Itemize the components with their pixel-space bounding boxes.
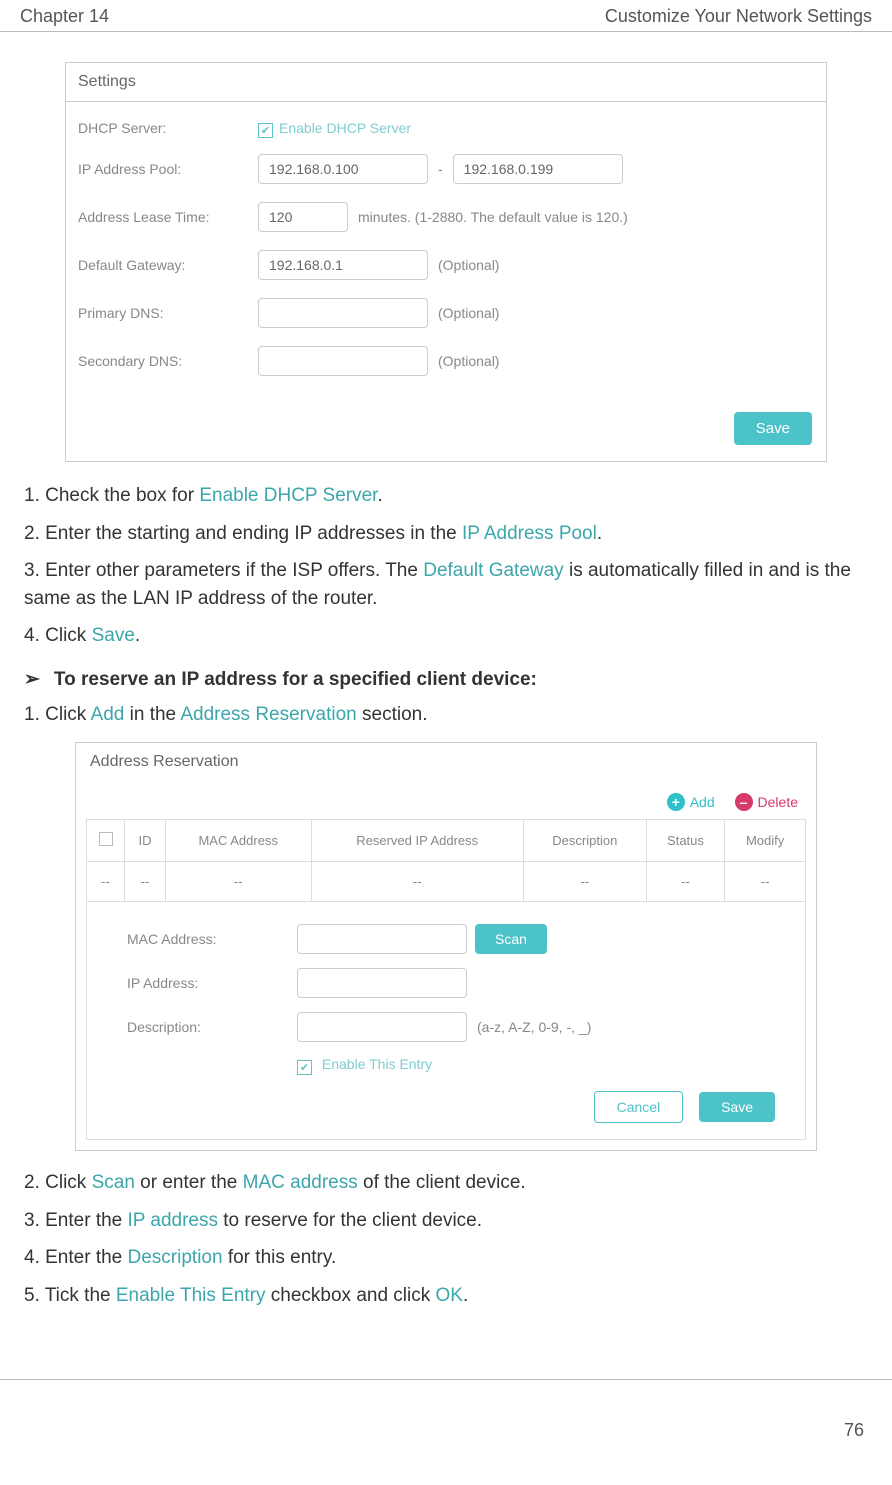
col-mac: MAC Address: [165, 820, 311, 862]
dhcp-server-label: DHCP Server:: [78, 120, 258, 136]
description-label: Description:: [127, 1019, 297, 1035]
reservation-form: MAC Address: Scan IP Address: Descriptio…: [86, 902, 806, 1140]
gateway-label: Default Gateway:: [78, 257, 258, 273]
step-a2: 2. Enter the starting and ending IP addr…: [20, 520, 872, 548]
mac-address-input[interactable]: [297, 924, 467, 954]
primary-dns-input[interactable]: [258, 298, 428, 328]
minus-icon: –: [735, 793, 753, 811]
lease-time-hint: minutes. (1-2880. The default value is 1…: [358, 209, 628, 225]
ip-pool-label: IP Address Pool:: [78, 161, 258, 177]
scan-button[interactable]: Scan: [475, 924, 547, 954]
ip-pool-start-input[interactable]: [258, 154, 428, 184]
ip-address-input[interactable]: [297, 968, 467, 998]
enable-dhcp-checkbox[interactable]: ✔: [258, 123, 273, 138]
delete-button[interactable]: – Delete: [735, 793, 798, 811]
col-checkbox: [87, 820, 125, 862]
address-reservation-title: Address Reservation: [76, 743, 816, 793]
table-row: -- -- -- -- -- -- --: [87, 862, 806, 902]
cancel-button[interactable]: Cancel: [594, 1091, 684, 1123]
ip-address-label: IP Address:: [127, 975, 297, 991]
col-ip: Reserved IP Address: [311, 820, 523, 862]
add-label: Add: [690, 794, 715, 810]
chapter-label: Chapter 14: [20, 6, 109, 27]
enable-dhcp-checkbox-label: Enable DHCP Server: [279, 120, 411, 136]
mac-address-label: MAC Address:: [127, 931, 297, 947]
col-id: ID: [125, 820, 166, 862]
page-number: 76: [0, 1379, 892, 1451]
col-modify: Modify: [725, 820, 806, 862]
delete-label: Delete: [758, 794, 798, 810]
step-c2: 2. Click Scan or enter the MAC address o…: [20, 1169, 872, 1197]
select-all-checkbox[interactable]: [99, 832, 113, 846]
reservation-table: ID MAC Address Reserved IP Address Descr…: [86, 819, 806, 902]
triangle-icon: ➢: [24, 669, 40, 690]
description-hint: (a-z, A-Z, 0-9, -, _): [477, 1019, 591, 1035]
save-entry-button[interactable]: Save: [699, 1092, 775, 1122]
secondary-dns-label: Secondary DNS:: [78, 353, 258, 369]
save-button[interactable]: Save: [734, 412, 812, 445]
step-c5: 5. Tick the Enable This Entry checkbox a…: [20, 1282, 872, 1310]
lease-time-input[interactable]: [258, 202, 348, 232]
primary-dns-label: Primary DNS:: [78, 305, 258, 321]
plus-icon: +: [667, 793, 685, 811]
step-a4: 4. Click Save.: [20, 622, 872, 650]
settings-panel-title: Settings: [66, 63, 826, 102]
enable-entry-label: Enable This Entry: [322, 1056, 432, 1072]
ip-pool-end-input[interactable]: [453, 154, 623, 184]
col-status: Status: [646, 820, 724, 862]
enable-entry-checkbox[interactable]: ✔: [297, 1060, 312, 1075]
pool-dash: -: [438, 161, 443, 177]
gateway-optional: (Optional): [438, 257, 499, 273]
page-title: Customize Your Network Settings: [605, 6, 872, 27]
secondary-dns-input[interactable]: [258, 346, 428, 376]
col-desc: Description: [523, 820, 646, 862]
settings-panel: Settings DHCP Server: ✔ Enable DHCP Serv…: [65, 62, 827, 462]
primary-dns-optional: (Optional): [438, 305, 499, 321]
add-button[interactable]: + Add: [667, 793, 715, 811]
step-c3: 3. Enter the IP address to reserve for t…: [20, 1207, 872, 1235]
step-b1: 1. Click Add in the Address Reservation …: [20, 701, 872, 729]
step-a3: 3. Enter other parameters if the ISP off…: [20, 557, 872, 612]
address-reservation-panel: Address Reservation + Add – Delete ID MA…: [75, 742, 817, 1151]
subhead-reserve: ➢To reserve an IP address for a specifie…: [20, 668, 872, 691]
step-a1: 1. Check the box for Enable DHCP Server.: [20, 482, 872, 510]
lease-time-label: Address Lease Time:: [78, 209, 258, 225]
gateway-input[interactable]: [258, 250, 428, 280]
secondary-dns-optional: (Optional): [438, 353, 499, 369]
description-input[interactable]: [297, 1012, 467, 1042]
step-c4: 4. Enter the Description for this entry.: [20, 1244, 872, 1272]
